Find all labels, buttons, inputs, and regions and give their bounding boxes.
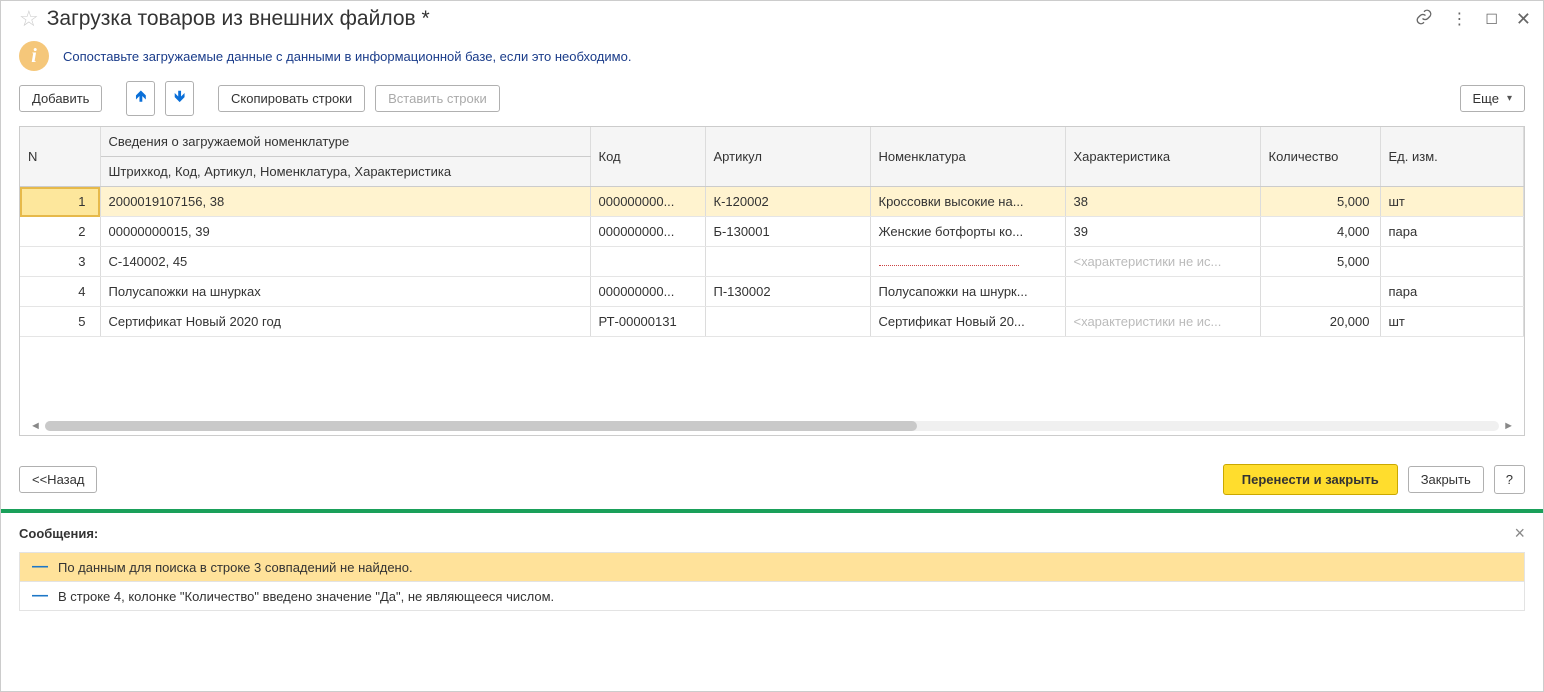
table-row[interactable]: 12000019107156, 38000000000...К-120002Кр… (20, 187, 1524, 217)
cell-info[interactable]: 00000000015, 39 (100, 217, 590, 247)
move-up-button[interactable]: 🡹 (126, 81, 155, 116)
cell-unit[interactable]: пара (1380, 217, 1524, 247)
cell-code[interactable]: 000000000... (590, 277, 705, 307)
message-text: По данным для поиска в строке 3 совпаден… (58, 560, 413, 575)
col-header-nomenclature[interactable]: Номенклатура (870, 127, 1065, 187)
maximize-icon[interactable]: ☐ (1485, 11, 1498, 28)
cell-unit[interactable] (1380, 247, 1524, 277)
cell-quantity[interactable]: 5,000 (1260, 247, 1380, 277)
info-icon: i (19, 41, 49, 71)
cell-article[interactable]: К-120002 (705, 187, 870, 217)
add-button[interactable]: Добавить (19, 85, 102, 112)
message-dash-icon: — (32, 559, 48, 575)
table-row[interactable]: 3С-140002, 45 <характеристики не ис...5,0… (20, 247, 1524, 277)
footer-bar: <<Назад Перенести и закрыть Закрыть ? (1, 436, 1543, 509)
scroll-left-icon[interactable]: ◄ (26, 420, 45, 432)
cell-quantity[interactable] (1260, 277, 1380, 307)
more-button[interactable]: Еще ▾ (1460, 85, 1525, 112)
messages-panel: Сообщения: × — По данным для поиска в стр… (1, 513, 1543, 615)
cell-n[interactable]: 4 (20, 277, 100, 307)
more-label: Еще (1473, 91, 1499, 106)
help-button[interactable]: ? (1494, 465, 1525, 494)
info-text: Сопоставьте загружаемые данные с данными… (63, 49, 631, 64)
cell-characteristic[interactable]: 39 (1065, 217, 1260, 247)
cell-characteristic[interactable] (1065, 277, 1260, 307)
col-header-code[interactable]: Код (590, 127, 705, 187)
message-dash-icon: — (32, 588, 48, 604)
cell-info[interactable]: Полусапожки на шнурках (100, 277, 590, 307)
cell-article[interactable]: П-130002 (705, 277, 870, 307)
col-header-n[interactable]: N (20, 127, 100, 187)
cell-characteristic[interactable]: <характеристики не ис... (1065, 247, 1260, 277)
cell-quantity[interactable]: 20,000 (1260, 307, 1380, 337)
table-row[interactable]: 200000000015, 39000000000...Б-130001Женс… (20, 217, 1524, 247)
messages-close-icon[interactable]: × (1514, 523, 1525, 544)
cell-code[interactable]: 000000000... (590, 187, 705, 217)
cell-n[interactable]: 5 (20, 307, 100, 337)
cell-code[interactable] (590, 247, 705, 277)
scrollbar-thumb[interactable] (45, 421, 918, 431)
cell-code[interactable]: РТ-00000131 (590, 307, 705, 337)
message-row[interactable]: — В строке 4, колонке "Количество" введен… (19, 582, 1525, 611)
cell-info[interactable]: С-140002, 45 (100, 247, 590, 277)
table-row[interactable]: 5Сертификат Новый 2020 годРТ-00000131 Сер… (20, 307, 1524, 337)
cell-article[interactable]: Б-130001 (705, 217, 870, 247)
cell-nomenclature[interactable]: Сертификат Новый 20... (870, 307, 1065, 337)
col-header-characteristic[interactable]: Характеристика (1065, 127, 1260, 187)
cell-n[interactable]: 2 (20, 217, 100, 247)
col-header-article[interactable]: Артикул (705, 127, 870, 187)
arrow-down-icon: 🡻 (174, 86, 185, 111)
cell-nomenclature[interactable] (870, 247, 1065, 277)
titlebar: ☆ Загрузка товаров из внешних файлов * ⋮… (1, 1, 1543, 35)
window-title: Загрузка товаров из внешних файлов * (47, 7, 1416, 31)
cell-nomenclature[interactable]: Женские ботфорты ко... (870, 217, 1065, 247)
close-button[interactable]: Закрыть (1408, 466, 1484, 493)
cell-nomenclature[interactable]: Кроссовки высокие на... (870, 187, 1065, 217)
cell-code[interactable]: 000000000... (590, 217, 705, 247)
info-banner: i Сопоставьте загружаемые данные с данны… (1, 35, 1543, 81)
toolbar: Добавить 🡹 🡻 Скопировать строки Вставить… (1, 81, 1543, 126)
kebab-menu-icon[interactable]: ⋮ (1451, 9, 1467, 29)
close-icon[interactable]: ✕ (1516, 9, 1531, 30)
link-icon[interactable] (1415, 8, 1433, 31)
cell-n[interactable]: 1 (20, 187, 100, 217)
cell-characteristic[interactable]: 38 (1065, 187, 1260, 217)
col-subheader-info[interactable]: Штрихкод, Код, Артикул, Номенклатура, Ха… (100, 157, 590, 187)
cell-unit[interactable]: шт (1380, 307, 1524, 337)
paste-rows-button[interactable]: Вставить строки (375, 85, 500, 112)
message-row[interactable]: — По данным для поиска в строке 3 совпаде… (19, 553, 1525, 582)
horizontal-scrollbar[interactable]: ◄ ► (20, 417, 1524, 435)
cell-article[interactable] (705, 307, 870, 337)
transfer-and-close-button[interactable]: Перенести и закрыть (1223, 464, 1398, 495)
favorite-star-icon[interactable]: ☆ (19, 8, 39, 30)
cell-quantity[interactable]: 4,000 (1260, 217, 1380, 247)
cell-info[interactable]: 2000019107156, 38 (100, 187, 590, 217)
col-header-unit[interactable]: Ед. изм. (1380, 127, 1524, 187)
arrow-up-icon: 🡹 (135, 86, 146, 111)
caret-down-icon: ▾ (1507, 93, 1512, 104)
data-table: N Сведения о загружаемой номенклатуре Ко… (19, 126, 1525, 436)
cell-quantity[interactable]: 5,000 (1260, 187, 1380, 217)
cell-characteristic[interactable]: <характеристики не ис... (1065, 307, 1260, 337)
cell-unit[interactable]: шт (1380, 187, 1524, 217)
message-text: В строке 4, колонке "Количество" введено… (58, 589, 554, 604)
scrollbar-track[interactable] (45, 421, 1499, 431)
col-header-quantity[interactable]: Количество (1260, 127, 1380, 187)
copy-rows-button[interactable]: Скопировать строки (218, 85, 365, 112)
scroll-right-icon[interactable]: ► (1499, 420, 1518, 432)
col-header-info[interactable]: Сведения о загружаемой номенклатуре (100, 127, 590, 157)
cell-nomenclature[interactable]: Полусапожки на шнурк... (870, 277, 1065, 307)
back-button[interactable]: <<Назад (19, 466, 97, 493)
move-down-button[interactable]: 🡻 (165, 81, 194, 116)
messages-title: Сообщения: (19, 526, 98, 541)
cell-unit[interactable]: пара (1380, 277, 1524, 307)
cell-n[interactable]: 3 (20, 247, 100, 277)
cell-article[interactable] (705, 247, 870, 277)
cell-info[interactable]: Сертификат Новый 2020 год (100, 307, 590, 337)
table-row[interactable]: 4Полусапожки на шнурках000000000...П-130… (20, 277, 1524, 307)
